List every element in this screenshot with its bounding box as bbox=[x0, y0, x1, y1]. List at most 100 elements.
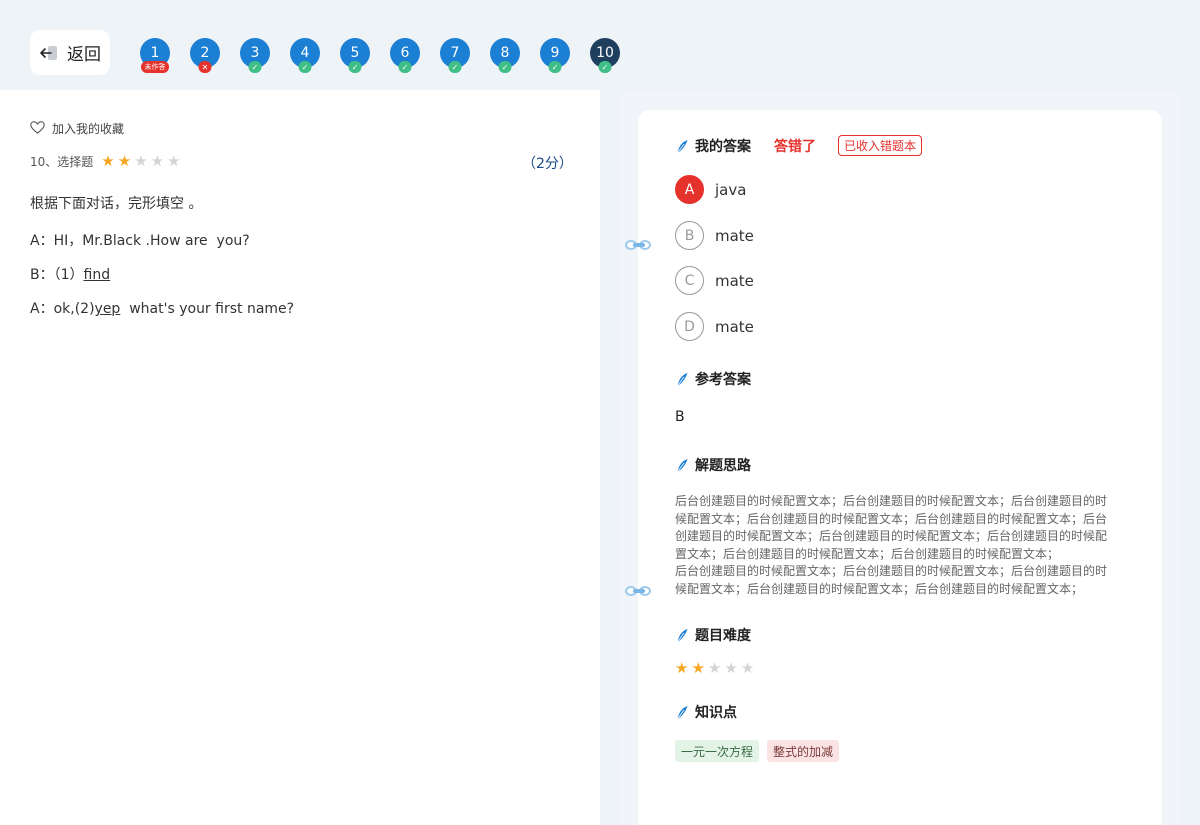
option-text: mate bbox=[715, 271, 754, 290]
my-answer-heading: 我的答案 bbox=[676, 136, 751, 156]
question-number: 2 bbox=[200, 45, 210, 61]
analysis-text: 后台创建题目的时候配置文本；后台创建题目的时候配置文本；后台创建题目的时 候配置… bbox=[675, 493, 1121, 598]
star-icon: ★ bbox=[675, 659, 689, 677]
star-icon: ★ bbox=[167, 152, 181, 170]
question-number: 1 bbox=[150, 45, 160, 61]
question-nav-9[interactable]: 9 ✓ bbox=[540, 38, 570, 73]
option-text: mate bbox=[715, 226, 754, 245]
question-number: 5 bbox=[350, 45, 360, 61]
option-a[interactable]: A java bbox=[675, 175, 746, 204]
question-score: （2分） bbox=[522, 156, 573, 172]
feather-icon bbox=[676, 372, 689, 387]
feather-icon bbox=[676, 458, 689, 473]
option-text: java bbox=[715, 180, 747, 199]
top-bar: 返回 1 未作答 2 ✕ 3 ✓ 4 ✓ 5 ✓ 6 ✓ 7 ✓ 8 ✓ 9 ✓… bbox=[0, 0, 1200, 90]
question-number: 4 bbox=[300, 45, 310, 61]
knowledge-heading: 知识点 bbox=[676, 702, 737, 722]
question-nav-5[interactable]: 5 ✓ bbox=[340, 38, 370, 73]
dialog-line-a2: A：ok,(2)yep what's your first name? bbox=[30, 298, 294, 318]
star-icon: ★ bbox=[101, 152, 115, 170]
reference-answer: B bbox=[675, 409, 685, 425]
question-type: 10、选择题 bbox=[30, 155, 94, 169]
question-meta: 10、选择题 ★ ★ ★ ★ ★ bbox=[30, 153, 181, 170]
option-b[interactable]: B mate bbox=[675, 221, 754, 250]
option-letter: D bbox=[675, 312, 704, 341]
binder-ring-icon bbox=[625, 240, 653, 250]
check-badge-icon: ✓ bbox=[248, 61, 262, 73]
question-number: 9 bbox=[550, 45, 560, 61]
check-badge-icon: ✓ bbox=[498, 61, 512, 73]
analysis-line: 候配置文本；后台创建题目的时候配置文本；后台创建题目的时候配置文本；后台 bbox=[675, 511, 1108, 526]
analysis-title: 解题思路 bbox=[695, 458, 751, 474]
star-icon: ★ bbox=[117, 152, 132, 170]
feather-icon bbox=[676, 139, 689, 154]
analysis-line: 后台创建题目的时候配置文本；后台创建题目的时候配置文本；后台创建题目的时 bbox=[675, 494, 1108, 508]
knowledge-tags: 一元一次方程 整式的加减 bbox=[675, 740, 840, 762]
heart-icon bbox=[30, 120, 45, 137]
analysis-line: 候配置文本；后台创建题目的时候配置文本；后台创建题目的时候配置文本； bbox=[675, 581, 1084, 596]
question-nav-1[interactable]: 1 未作答 bbox=[140, 38, 170, 73]
back-label: 返回 bbox=[67, 45, 101, 65]
option-d[interactable]: D mate bbox=[675, 312, 754, 341]
blank-answer: yep bbox=[94, 301, 121, 317]
star-icon: ★ bbox=[134, 152, 148, 170]
check-badge-icon: ✓ bbox=[298, 61, 312, 73]
analysis-line: 置文本；后台创建题目的时候配置文本；后台创建题目的时候配置文本； bbox=[675, 546, 1060, 561]
question-nav-2[interactable]: 2 ✕ bbox=[190, 38, 220, 73]
knowledge-tag[interactable]: 整式的加减 bbox=[767, 740, 840, 762]
favorite-button[interactable]: 加入我的收藏 bbox=[30, 120, 124, 137]
star-icon: ★ bbox=[740, 659, 755, 677]
question-number: 7 bbox=[450, 45, 460, 61]
option-letter: C bbox=[675, 266, 704, 295]
question-nav-4[interactable]: 4 ✓ bbox=[290, 38, 320, 73]
check-badge-icon: ✓ bbox=[448, 61, 462, 73]
reference-title: 参考答案 bbox=[695, 372, 751, 388]
star-icon: ★ bbox=[691, 659, 705, 677]
check-badge-icon: ✓ bbox=[548, 61, 562, 73]
unanswered-badge: 未作答 bbox=[141, 61, 169, 73]
check-badge-icon: ✓ bbox=[398, 61, 412, 73]
wrong-badge-icon: ✕ bbox=[198, 61, 212, 73]
knowledge-tag[interactable]: 一元一次方程 bbox=[675, 740, 760, 762]
analysis-line: 创建题目的时候配置文本；后台创建题目的时候配置文本；后台创建题目的时候配 bbox=[675, 529, 1108, 543]
knowledge-title: 知识点 bbox=[695, 705, 737, 721]
result-text: 答错了 bbox=[774, 139, 816, 155]
binder-ring-icon bbox=[625, 586, 653, 596]
difficulty-rating: ★ ★ ★ ★ ★ bbox=[675, 661, 754, 676]
question-nav-6[interactable]: 6 ✓ bbox=[390, 38, 420, 73]
dialog-line-b: B：（1）find bbox=[30, 264, 110, 284]
star-icon: ★ bbox=[724, 659, 738, 677]
option-c[interactable]: C mate bbox=[675, 266, 754, 295]
question-number: 8 bbox=[500, 45, 510, 61]
option-text: mate bbox=[715, 317, 754, 336]
dialog-suffix: what's your first name? bbox=[120, 301, 295, 317]
back-button[interactable]: 返回 bbox=[30, 30, 110, 75]
option-letter: A bbox=[675, 175, 704, 204]
dialog-prefix: A：ok,(2) bbox=[30, 301, 95, 317]
analysis-heading: 解题思路 bbox=[676, 455, 751, 475]
question-prompt: 根据下面对话，完形填空 。 bbox=[30, 196, 203, 212]
feather-icon bbox=[676, 705, 689, 720]
option-letter: B bbox=[675, 221, 704, 250]
wrong-book-tag: 已收入错题本 bbox=[838, 135, 923, 156]
question-number: 3 bbox=[250, 45, 260, 61]
blank-answer: find bbox=[83, 267, 111, 283]
check-badge-icon: ✓ bbox=[348, 61, 362, 73]
favorite-label: 加入我的收藏 bbox=[52, 122, 125, 136]
question-nav-8[interactable]: 8 ✓ bbox=[490, 38, 520, 73]
question-navigator: 1 未作答 2 ✕ 3 ✓ 4 ✓ 5 ✓ 6 ✓ 7 ✓ 8 ✓ 9 ✓ 10… bbox=[140, 38, 620, 73]
dialog-line-a1: A：HI，Mr.Black .How are you? bbox=[30, 233, 250, 249]
star-icon: ★ bbox=[150, 152, 165, 170]
question-panel: 加入我的收藏 10、选择题 ★ ★ ★ ★ ★ （2分） 根据下面对话，完形填空… bbox=[0, 90, 600, 825]
question-nav-3[interactable]: 3 ✓ bbox=[240, 38, 270, 73]
difficulty-title: 题目难度 bbox=[695, 628, 751, 644]
check-badge-icon: ✓ bbox=[598, 61, 612, 73]
reference-heading: 参考答案 bbox=[676, 369, 751, 389]
question-nav-7[interactable]: 7 ✓ bbox=[440, 38, 470, 73]
my-answer-title: 我的答案 bbox=[695, 139, 751, 155]
difficulty-stars: ★ ★ ★ ★ ★ bbox=[101, 154, 180, 169]
question-number: 10 bbox=[596, 45, 614, 61]
question-nav-10[interactable]: 10 ✓ bbox=[590, 38, 620, 73]
analysis-line: 后台创建题目的时候配置文本；后台创建题目的时候配置文本；后台创建题目的时 bbox=[675, 564, 1108, 578]
difficulty-heading: 题目难度 bbox=[676, 625, 751, 645]
